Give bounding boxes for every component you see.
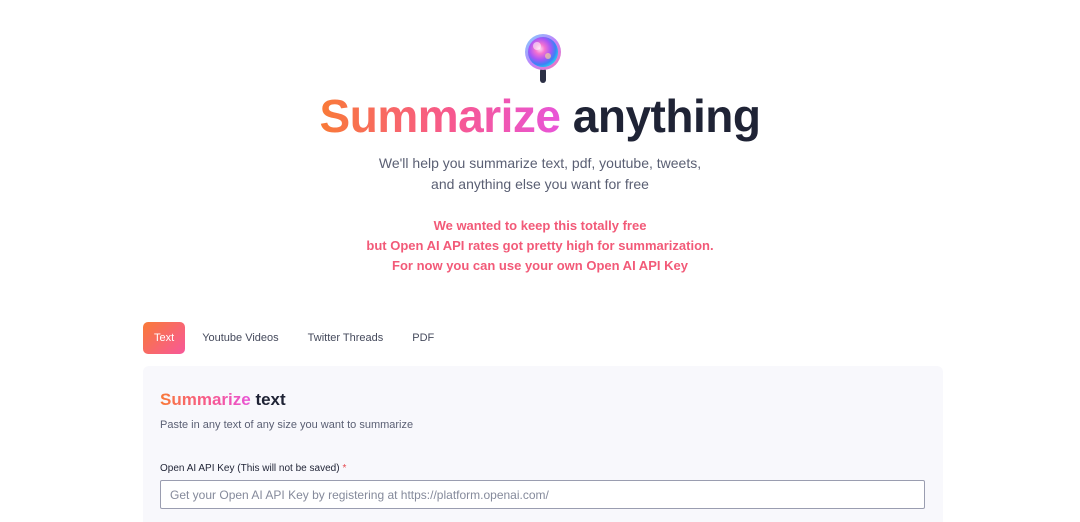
tab-twitter-threads[interactable]: Twitter Threads [296, 322, 396, 354]
hero-title: Summarize anything [0, 88, 1080, 144]
api-key-input[interactable] [160, 480, 925, 509]
hero-subtitle-line: and anything else you want for free [431, 176, 649, 192]
panel-title: Summarize text [160, 388, 286, 412]
tab-pdf[interactable]: PDF [400, 322, 446, 354]
notice-line: but Open AI API rates got pretty high fo… [366, 238, 714, 253]
api-key-label: Open AI API Key (This will not be saved)… [160, 462, 346, 476]
panel-title-highlight: Summarize [160, 390, 251, 409]
page: Summarize anything We'll help you summar… [0, 0, 1080, 522]
summary-type-tabs: Text Youtube Videos Twitter Threads PDF [143, 322, 451, 354]
magnifier-logo-icon [525, 34, 561, 83]
panel-title-rest: text [255, 390, 286, 409]
summarize-text-panel: Summarize text Paste in any text of any … [143, 366, 943, 522]
api-key-label-text: Open AI API Key (This will not be saved) [160, 463, 340, 474]
notice-line: For now you can use your own Open AI API… [392, 258, 688, 273]
pricing-notice: We wanted to keep this totally free but … [0, 216, 1080, 276]
panel-description: Paste in any text of any size you want t… [160, 419, 414, 431]
hero-title-highlight: Summarize [319, 90, 561, 142]
tab-youtube-videos[interactable]: Youtube Videos [190, 322, 290, 354]
hero-subtitle: We'll help you summarize text, pdf, yout… [0, 153, 1080, 195]
hero-title-rest: anything [572, 90, 761, 142]
required-mark: * [342, 463, 347, 474]
hero-subtitle-line: We'll help you summarize text, pdf, yout… [378, 155, 702, 171]
notice-line: We wanted to keep this totally free [433, 218, 647, 233]
tab-text[interactable]: Text [143, 322, 186, 354]
